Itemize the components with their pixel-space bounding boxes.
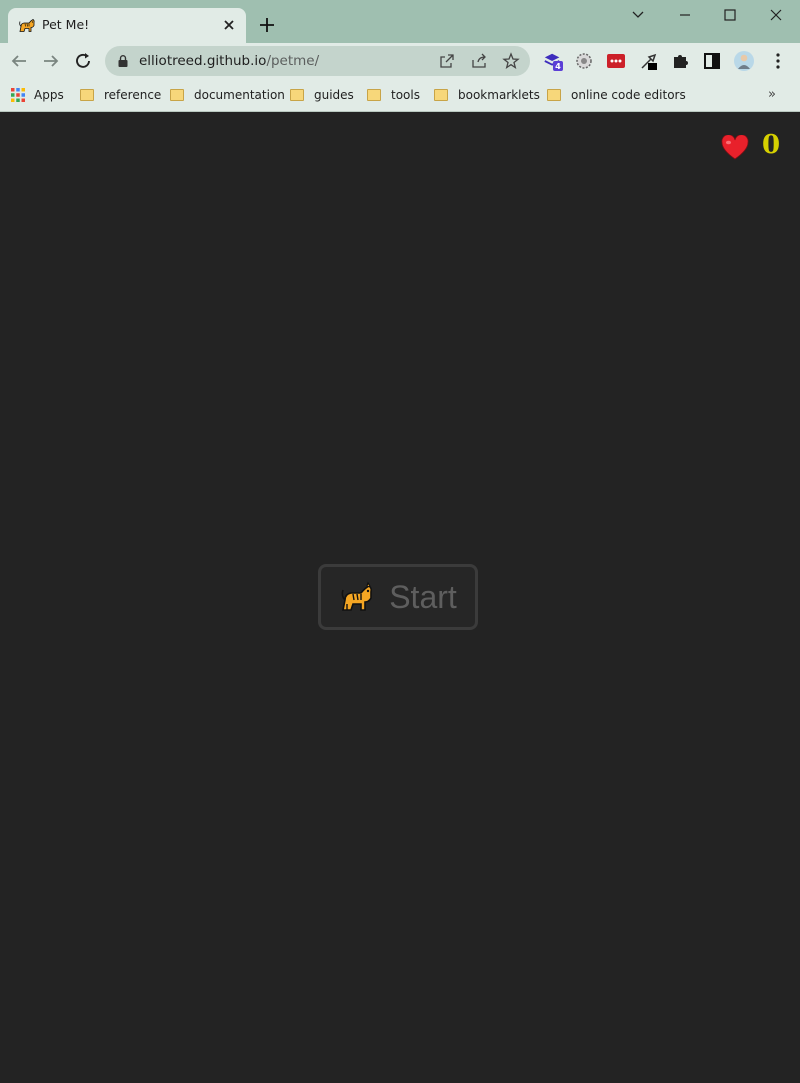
address-bar[interactable]: elliotreed.github.io/petme/: [105, 46, 530, 76]
bookmark-folder-documentation[interactable]: documentation: [170, 85, 285, 105]
tiger-favicon-icon: [19, 19, 35, 32]
more-menu-icon[interactable]: [768, 51, 788, 71]
bookmark-folder-guides[interactable]: guides: [290, 85, 354, 105]
stack-extension-icon[interactable]: 4: [543, 51, 563, 71]
forward-arrow-icon[interactable]: [40, 50, 62, 72]
open-in-new-icon[interactable]: [438, 52, 456, 70]
bookmark-folder-bookmarklets[interactable]: bookmarklets: [434, 85, 540, 105]
pet-score: 0: [762, 130, 781, 160]
game-page: 0 Start: [0, 112, 800, 1083]
profile-avatar[interactable]: [733, 50, 755, 72]
lastpass-extension-icon[interactable]: [606, 51, 626, 71]
bookmark-apps[interactable]: Apps: [10, 85, 64, 105]
browser-toolbar: elliotreed.github.io/petme/ 4: [0, 43, 800, 79]
bookmark-folder-tools[interactable]: tools: [367, 85, 420, 105]
bookmark-label: tools: [391, 88, 420, 102]
tab-title: Pet Me!: [42, 17, 90, 32]
lock-icon[interactable]: [116, 54, 130, 68]
tiger-icon: [341, 581, 373, 611]
back-arrow-icon[interactable]: [8, 50, 30, 72]
folder-icon: [367, 89, 381, 101]
url-host: elliotreed.github.io: [139, 53, 267, 69]
extensions-puzzle-icon[interactable]: [671, 51, 691, 71]
start-button[interactable]: Start: [318, 564, 478, 630]
url-path: /petme/: [266, 53, 320, 69]
bookmark-label: guides: [314, 88, 354, 102]
url-text: elliotreed.github.io/petme/: [139, 53, 319, 69]
browser-tab[interactable]: Pet Me!: [8, 8, 246, 43]
tab-strip: Pet Me!: [0, 0, 800, 43]
folder-icon: [547, 89, 561, 101]
bookmark-star-icon[interactable]: [502, 52, 520, 70]
folder-icon: [80, 89, 94, 101]
side-panel-icon[interactable]: [702, 51, 722, 71]
gear-extension-icon[interactable]: [574, 51, 594, 71]
bookmark-label: documentation: [194, 88, 285, 102]
bookmarks-bar: Apps reference documentation guides tool…: [0, 79, 800, 112]
folder-icon: [170, 89, 184, 101]
extension-badge: 4: [555, 61, 561, 71]
start-button-label: Start: [389, 578, 457, 615]
folder-icon: [290, 89, 304, 101]
tab-search-chevron-icon[interactable]: [626, 4, 650, 26]
color-picker-extension-icon[interactable]: [639, 51, 659, 71]
close-window-icon[interactable]: [764, 4, 788, 26]
bookmark-label: bookmarklets: [458, 88, 540, 102]
heart-icon: [721, 135, 749, 160]
bookmark-folder-reference[interactable]: reference: [80, 85, 161, 105]
bookmark-folder-online-code-editors[interactable]: online code editors: [547, 85, 686, 105]
bookmark-label: online code editors: [571, 88, 686, 102]
share-icon[interactable]: [470, 52, 488, 70]
close-tab-icon[interactable]: [220, 16, 238, 34]
folder-icon: [434, 89, 448, 101]
new-tab-icon[interactable]: [257, 15, 277, 35]
bookmark-apps-label: Apps: [34, 88, 64, 102]
reload-icon[interactable]: [72, 50, 94, 72]
bookmark-label: reference: [104, 88, 162, 102]
apps-grid-icon: [11, 88, 25, 102]
minimize-icon[interactable]: [673, 4, 697, 26]
maximize-icon[interactable]: [718, 4, 742, 26]
more-bookmarks-chevron-icon[interactable]: »: [768, 87, 776, 102]
